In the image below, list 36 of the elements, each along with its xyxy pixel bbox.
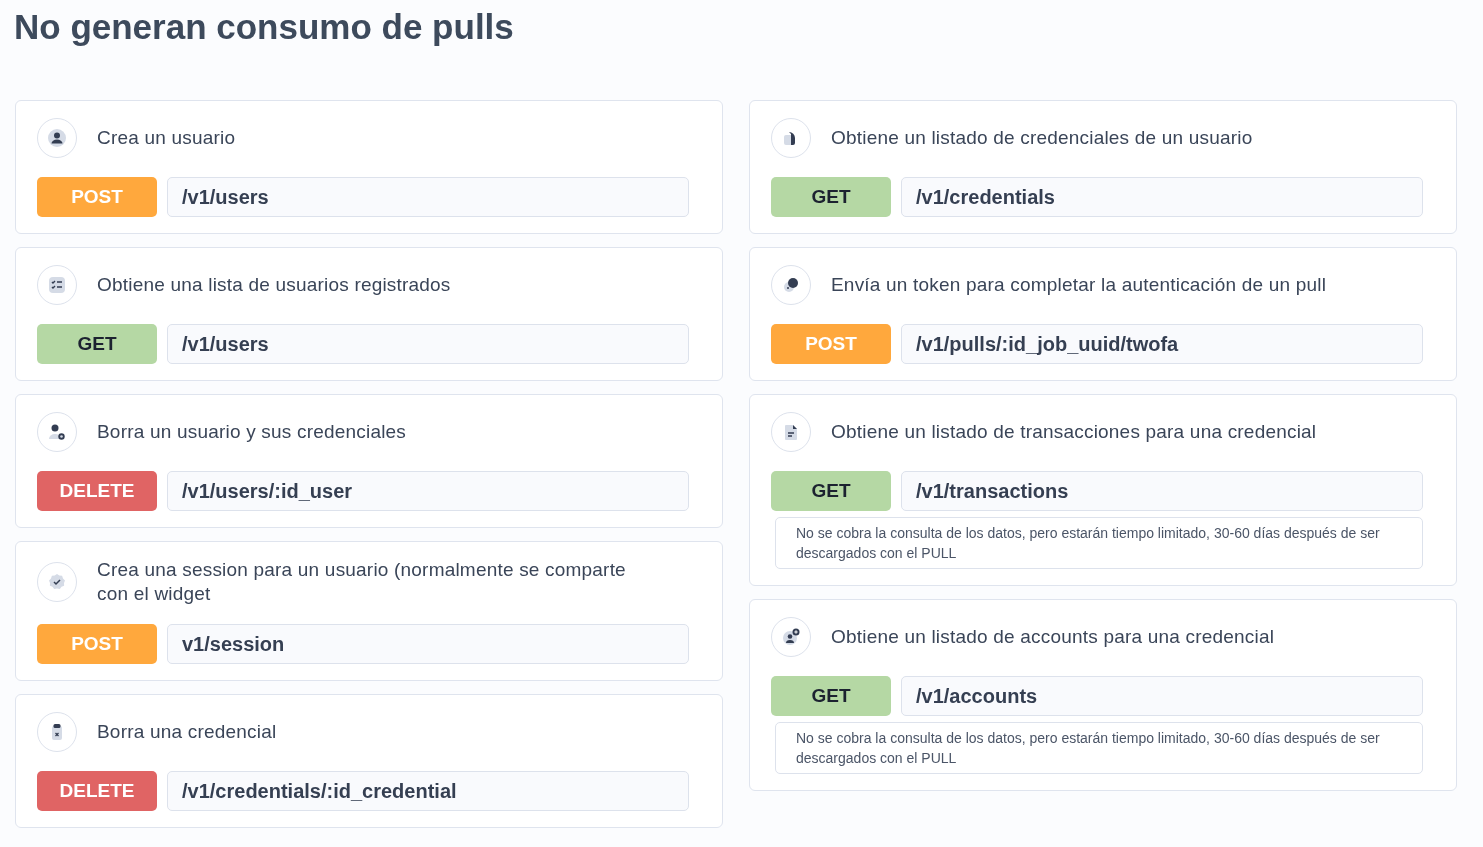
- method-button[interactable]: DELETE: [37, 471, 157, 511]
- endpoint-path-field: /v1/users: [167, 324, 689, 364]
- endpoint-description: Obtiene una lista de usuarios registrados: [97, 273, 451, 297]
- endpoint-description: Obtiene un listado de transacciones para una credencial: [831, 420, 1317, 444]
- endpoint-path-field: /v1/credentials/:id_credential: [167, 771, 689, 811]
- check-badge-icon: [47, 572, 67, 592]
- user-icon: [47, 128, 67, 148]
- token-icon: [781, 275, 801, 295]
- page-title: No generan consumo de pulls: [14, 6, 515, 48]
- method-button[interactable]: GET: [37, 324, 157, 364]
- endpoint-path-field: /v1/users/:id_user: [167, 471, 689, 511]
- method-button[interactable]: POST: [771, 324, 891, 364]
- endpoint-description: Obtiene un listado de credenciales de un usuario: [831, 126, 1253, 150]
- method-button[interactable]: GET: [771, 471, 891, 511]
- info-note: No se cobra la consulta de los datos, pero estarán tiempo limitado, 30-60 días después de ser descargados con el PULL: [775, 722, 1423, 774]
- user-add-icon: [781, 627, 801, 647]
- endpoint-description: Borra un usuario y sus credenciales: [97, 420, 407, 444]
- endpoint-description: Crea un usuario: [97, 126, 236, 150]
- method-button[interactable]: GET: [771, 177, 891, 217]
- endpoint-description: Crea una session para un usuario (normalmente se comparte con el widget: [97, 558, 627, 606]
- endpoint-description: Envía un token para completar la autenticación de un pull: [831, 273, 1327, 297]
- endpoint-path-field: /v1/transactions: [901, 471, 1423, 511]
- endpoint-path-field: /v1/accounts: [901, 676, 1423, 716]
- endpoint-path-field: v1/session: [167, 624, 689, 664]
- user-remove-icon: [47, 422, 67, 442]
- checklist-icon: [47, 275, 67, 295]
- endpoint-path-field: /v1/users: [167, 177, 689, 217]
- endpoint-path-field: /v1/credentials: [901, 177, 1423, 217]
- method-button[interactable]: DELETE: [37, 771, 157, 811]
- info-note: No se cobra la consulta de los datos, pero estarán tiempo limitado, 30-60 días después de ser descargados con el PULL: [775, 517, 1423, 569]
- method-button[interactable]: POST: [37, 624, 157, 664]
- method-button[interactable]: POST: [37, 177, 157, 217]
- endpoint-path-field: /v1/pulls/:id_job_uuid/twofa: [901, 324, 1423, 364]
- method-button[interactable]: GET: [771, 676, 891, 716]
- endpoint-description: Obtiene un listado de accounts para una credencial: [831, 625, 1275, 649]
- endpoint-description: Borra una credencial: [97, 720, 277, 744]
